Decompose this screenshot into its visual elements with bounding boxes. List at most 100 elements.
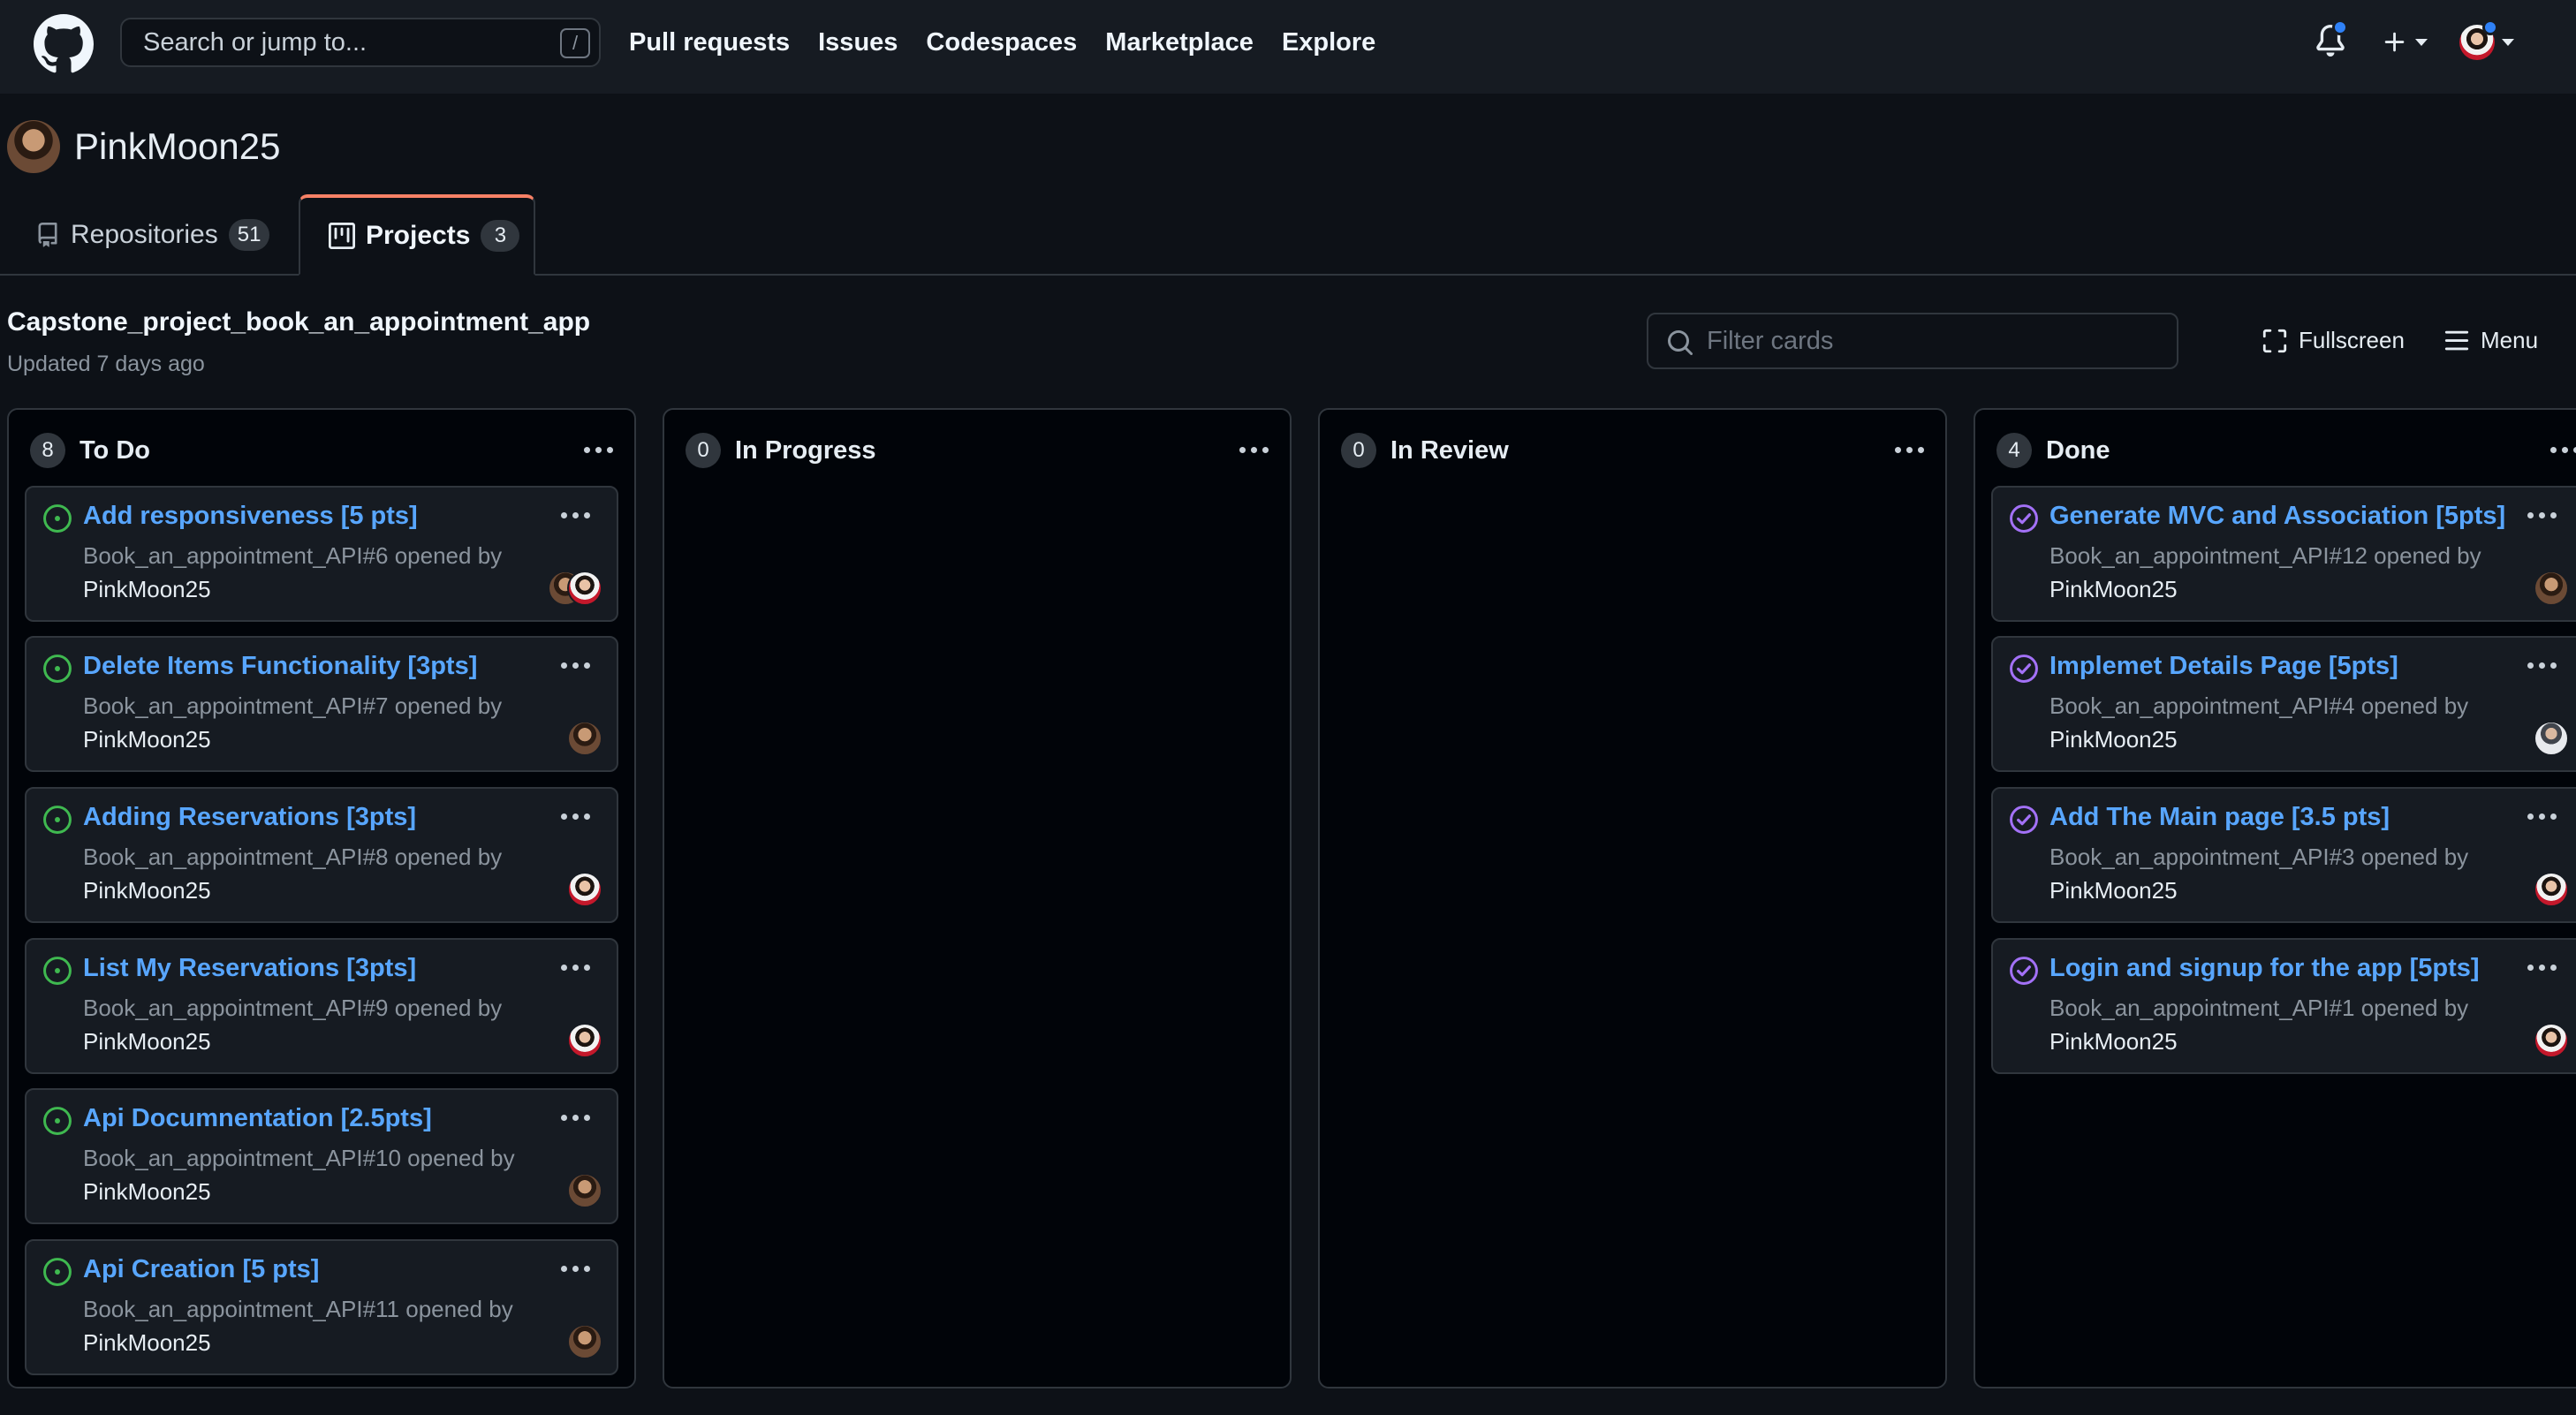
issue-closed-icon <box>2010 504 2038 533</box>
issue-author[interactable]: PinkMoon25 <box>83 1329 211 1357</box>
assignee-avatar[interactable] <box>567 571 602 606</box>
card-menu-kebab-icon[interactable] <box>561 965 590 971</box>
assignee-avatar[interactable] <box>2534 571 2569 606</box>
issue-title-link[interactable]: Add responsiveness [5 pts] <box>83 502 418 531</box>
issue-reference: Book_an_appointment_API#4 opened by <box>2049 692 2469 719</box>
global-nav: Pull requests Issues Codespaces Marketpl… <box>629 0 1375 85</box>
issue-title-link[interactable]: Implemet Details Page [5pts] <box>2049 652 2398 681</box>
global-search-input[interactable]: Search or jump to... / <box>120 18 601 67</box>
issue-author[interactable]: PinkMoon25 <box>2049 576 2178 603</box>
nav-pull-requests[interactable]: Pull requests <box>629 28 790 57</box>
tab-repositories[interactable]: Repositories 51 <box>35 194 270 276</box>
issue-reference: Book_an_appointment_API#3 opened by <box>2049 844 2469 870</box>
issue-card[interactable]: Delete Items Functionality [3pts] Book_an… <box>25 636 618 772</box>
card-menu-kebab-icon[interactable] <box>561 512 590 518</box>
issue-card[interactable]: Api Creation [5 pts] Book_an_appointment_… <box>25 1239 618 1375</box>
chevron-down-icon <box>2502 39 2514 46</box>
card-menu-kebab-icon[interactable] <box>2527 512 2557 518</box>
issue-title-link[interactable]: Adding Reservations [3pts] <box>83 803 416 832</box>
tab-repositories-label: Repositories <box>71 220 218 249</box>
menu-label: Menu <box>2481 327 2539 353</box>
assignee-avatar[interactable] <box>2534 1023 2569 1058</box>
notifications-button[interactable] <box>2315 19 2350 60</box>
issue-title-link[interactable]: Generate MVC and Association [5pts] <box>2049 502 2505 531</box>
profile-header: PinkMoon25 <box>7 120 280 173</box>
nav-explore[interactable]: Explore <box>1282 28 1375 57</box>
column-name: In Progress <box>735 435 876 465</box>
assignee-avatars <box>2534 721 2569 756</box>
fullscreen-icon <box>2262 329 2287 352</box>
assignee-avatar[interactable] <box>567 721 602 756</box>
status-indicator <box>2482 19 2498 35</box>
assignee-avatars <box>2534 1023 2569 1058</box>
assignee-avatars <box>548 571 602 606</box>
filter-cards-input[interactable]: Filter cards <box>1647 313 2178 369</box>
tab-projects-label: Projects <box>366 221 471 250</box>
column-name: In Review <box>1390 435 1509 465</box>
menu-button[interactable]: Menu <box>2443 327 2538 354</box>
assignee-avatar[interactable] <box>567 1023 602 1058</box>
card-menu-kebab-icon[interactable] <box>561 1266 590 1272</box>
issue-reference: Book_an_appointment_API#9 opened by <box>83 995 503 1021</box>
issue-card[interactable]: Login and signup for the app [5pts] Book_… <box>1991 938 2576 1074</box>
issue-author[interactable]: PinkMoon25 <box>83 726 211 753</box>
issue-closed-icon <box>2010 806 2038 834</box>
board-column: 0 In Progress <box>663 408 1292 1389</box>
issue-title-link[interactable]: Api Creation [5 pts] <box>83 1255 319 1284</box>
issue-card[interactable]: Generate MVC and Association [5pts] Book_… <box>1991 486 2576 622</box>
issue-reference: Book_an_appointment_API#6 opened by <box>83 542 503 569</box>
assignee-avatar[interactable] <box>567 872 602 907</box>
github-logo-icon[interactable] <box>34 14 94 74</box>
card-menu-kebab-icon[interactable] <box>561 662 590 669</box>
issue-author[interactable]: PinkMoon25 <box>83 1178 211 1206</box>
issue-author[interactable]: PinkMoon25 <box>83 1028 211 1056</box>
issue-title-link[interactable]: List My Reservations [3pts] <box>83 954 416 983</box>
card-menu-kebab-icon[interactable] <box>2527 965 2557 971</box>
issue-title-link[interactable]: Login and signup for the app [5pts] <box>2049 954 2480 983</box>
issue-title-link[interactable]: Api Documnentation [2.5pts] <box>83 1104 432 1133</box>
tab-projects[interactable]: Projects 3 <box>299 194 535 276</box>
assignee-avatar[interactable] <box>2534 872 2569 907</box>
fullscreen-button[interactable]: Fullscreen <box>2262 327 2405 354</box>
nav-issues[interactable]: Issues <box>818 28 898 57</box>
issue-author[interactable]: PinkMoon25 <box>2049 726 2178 753</box>
assignee-avatar[interactable] <box>567 1324 602 1359</box>
column-card-count: 8 <box>30 433 65 468</box>
issue-title-link[interactable]: Add The Main page [3.5 pts] <box>2049 803 2390 832</box>
issue-author[interactable]: PinkMoon25 <box>2049 1028 2178 1056</box>
column-menu-kebab-icon[interactable] <box>2550 447 2576 453</box>
assignee-avatars <box>567 1023 602 1058</box>
card-menu-kebab-icon[interactable] <box>2527 662 2557 669</box>
profile-username[interactable]: PinkMoon25 <box>74 125 280 168</box>
top-header: Search or jump to... / Pull requests Iss… <box>0 0 2576 94</box>
issue-card[interactable]: Api Documnentation [2.5pts] Book_an_appoi… <box>25 1088 618 1224</box>
create-new-button[interactable] <box>2382 29 2428 56</box>
issue-open-icon <box>43 655 72 683</box>
profile-tabs: Repositories 51 Projects 3 <box>0 194 2576 276</box>
column-menu-kebab-icon[interactable] <box>1239 447 1269 453</box>
assignee-avatar[interactable] <box>2534 721 2569 756</box>
issue-author[interactable]: PinkMoon25 <box>2049 877 2178 904</box>
nav-codespaces[interactable]: Codespaces <box>926 28 1077 57</box>
menu-icon <box>2444 330 2469 350</box>
profile-avatar[interactable] <box>7 120 60 173</box>
card-menu-kebab-icon[interactable] <box>2527 813 2557 820</box>
fullscreen-label: Fullscreen <box>2299 327 2405 353</box>
board-column: 4 Done Generate MVC and Association [5pts]… <box>1974 408 2576 1389</box>
issue-card[interactable]: List My Reservations [3pts] Book_an_appoi… <box>25 938 618 1074</box>
notification-indicator <box>2332 19 2348 35</box>
assignee-avatar[interactable] <box>567 1173 602 1208</box>
user-menu-button[interactable] <box>2459 19 2514 60</box>
nav-marketplace[interactable]: Marketplace <box>1105 28 1254 57</box>
issue-card[interactable]: Adding Reservations [3pts] Book_an_appoin… <box>25 787 618 923</box>
column-menu-kebab-icon[interactable] <box>584 447 613 453</box>
issue-card[interactable]: Implemet Details Page [5pts] Book_an_appo… <box>1991 636 2576 772</box>
card-menu-kebab-icon[interactable] <box>561 813 590 820</box>
issue-title-link[interactable]: Delete Items Functionality [3pts] <box>83 652 477 681</box>
card-menu-kebab-icon[interactable] <box>561 1115 590 1121</box>
issue-author[interactable]: PinkMoon25 <box>83 877 211 904</box>
column-menu-kebab-icon[interactable] <box>1895 447 1924 453</box>
issue-card[interactable]: Add responsiveness [5 pts] Book_an_appoin… <box>25 486 618 622</box>
issue-card[interactable]: Add The Main page [3.5 pts] Book_an_appoi… <box>1991 787 2576 923</box>
issue-author[interactable]: PinkMoon25 <box>83 576 211 603</box>
